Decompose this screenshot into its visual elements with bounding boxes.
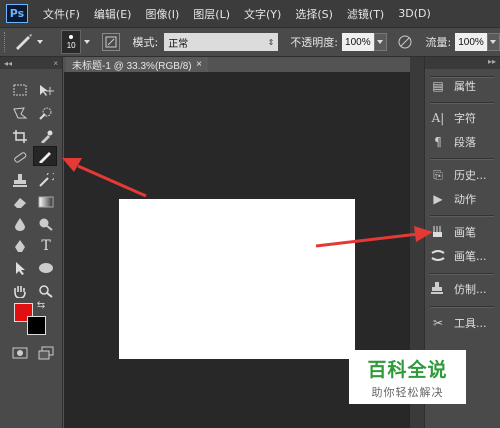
pressure-opacity-icon[interactable] (397, 33, 414, 51)
brush-presets-icon (430, 248, 446, 265)
mode-label: 模式: (132, 36, 159, 49)
blur-tool-icon[interactable] (8, 214, 32, 234)
brush-panel-toggle-icon[interactable] (102, 33, 121, 51)
panel-label: 段落 (454, 136, 476, 149)
panel-divider (430, 158, 494, 160)
brush-tool-icon[interactable] (33, 146, 57, 166)
panel-button-tool-presets[interactable]: ✂ 工具... (430, 312, 498, 334)
panel-label: 画笔... (454, 250, 487, 263)
menu-3d[interactable]: 3D(D) (391, 7, 438, 20)
healing-brush-tool-icon[interactable] (8, 147, 32, 167)
menu-edit[interactable]: 编辑(E) (87, 6, 139, 22)
flow-input[interactable]: 100% (455, 33, 487, 51)
panel-button-character[interactable]: A| 字符 (430, 107, 498, 129)
lasso-tool-icon[interactable] (8, 103, 32, 123)
history-brush-tool-icon[interactable] (34, 170, 58, 190)
opacity-dropdown-button[interactable] (373, 33, 387, 51)
menu-image[interactable]: 图像(I) (138, 6, 186, 22)
panel-label: 动作 (454, 193, 476, 206)
screen-mode-icon[interactable] (34, 343, 58, 363)
dock-expand-icon[interactable]: ▸▸ (425, 57, 500, 69)
dodge-tool-icon[interactable] (34, 214, 58, 234)
actions-icon: ▶ (433, 192, 443, 206)
eraser-tool-icon[interactable] (8, 192, 32, 212)
options-grip[interactable] (4, 32, 7, 52)
panel-button-brush-presets[interactable]: 画笔... (430, 245, 498, 267)
clone-stamp-tool-icon[interactable] (8, 170, 32, 190)
type-tool-icon[interactable]: T (34, 236, 58, 256)
photoshop-logo-icon: Ps (6, 4, 28, 23)
menu-select[interactable]: 选择(S) (288, 6, 340, 22)
updown-icon: ⇕ (267, 37, 275, 47)
brush-panel-icon (430, 224, 446, 241)
mode-value: 正常 (168, 38, 189, 50)
character-icon: A| (431, 111, 445, 125)
brush-size-value: 10 (66, 40, 76, 50)
menu-filter[interactable]: 滤镜(T) (340, 6, 391, 22)
history-icon: ⎘ (433, 167, 443, 182)
quick-selection-tool-icon[interactable] (34, 103, 58, 123)
panel-divider (430, 306, 494, 308)
toolbox-header: ◂◂ × (0, 57, 62, 69)
panel-divider (430, 273, 494, 275)
flow-label: 流量: (425, 36, 452, 49)
properties-icon: ▤ (432, 79, 444, 93)
watermark-title: 百科全说 (367, 358, 448, 381)
marquee-tool-icon[interactable] (8, 80, 32, 100)
options-bar: 10 模式: 正常 ⇕ 不透明度: 100% 流量: 100% (0, 27, 500, 57)
panel-label: 字符 (454, 112, 476, 125)
clone-source-icon (430, 281, 446, 298)
mode-select[interactable]: 正常 ⇕ (164, 33, 279, 51)
crop-tool-icon[interactable] (8, 126, 32, 146)
eyedropper-tool-icon[interactable] (34, 126, 58, 146)
swap-colors-icon[interactable]: ⇆ (34, 298, 48, 312)
panel-button-actions[interactable]: ▶ 动作 (430, 188, 498, 210)
panel-button-properties[interactable]: ▤ 属性 (430, 75, 498, 97)
panel-label: 仿制... (454, 283, 487, 296)
panel-button-clone-source[interactable]: 仿制... (430, 278, 498, 300)
document-tab[interactable]: 未标题-1 @ 33.3%(RGB/8) × (66, 57, 208, 72)
panel-label: 历史... (454, 169, 487, 182)
menu-type[interactable]: 文字(Y) (237, 6, 288, 22)
paragraph-icon: ¶ (434, 135, 442, 149)
watermark-subtitle: 助你轻松解决 (371, 385, 444, 399)
quick-mask-icon[interactable] (8, 343, 32, 363)
brush-size-picker[interactable]: 10 (60, 30, 82, 54)
panel-button-brush[interactable]: 画笔 (430, 221, 498, 243)
move-tool-icon[interactable] (34, 80, 58, 100)
panel-button-history[interactable]: ⎘ 历史... (430, 164, 498, 186)
close-icon[interactable]: × (53, 59, 58, 68)
flow-dropdown-button[interactable] (486, 33, 500, 51)
pen-tool-icon[interactable] (8, 236, 32, 256)
document-tab-title: 未标题-1 @ 33.3%(RGB/8) (72, 61, 192, 72)
opacity-input[interactable]: 100% (342, 33, 374, 51)
baike-watermark-logo: 百科全说 助你轻松解决 (349, 350, 466, 404)
document-canvas[interactable] (119, 199, 355, 359)
ellipse-tool-icon[interactable] (34, 258, 58, 278)
opacity-label: 不透明度: (290, 36, 339, 49)
hand-tool-icon[interactable] (8, 281, 32, 301)
chevron-down-icon[interactable] (84, 40, 91, 44)
panel-divider (430, 102, 494, 104)
panel-label: 属性 (454, 80, 476, 93)
collapse-icon[interactable]: ◂◂ (4, 59, 12, 68)
panel-label: 工具... (454, 317, 487, 330)
path-selection-tool-icon[interactable] (8, 258, 32, 278)
menu-bar: Ps 文件(F) 编辑(E) 图像(I) 图层(L) 文字(Y) 选择(S) 滤… (0, 0, 500, 27)
panel-button-paragraph[interactable]: ¶ 段落 (430, 131, 498, 153)
menu-file[interactable]: 文件(F) (36, 6, 87, 22)
menu-layer[interactable]: 图层(L) (186, 6, 237, 22)
tool-presets-icon: ✂ (432, 316, 444, 330)
close-icon[interactable]: × (196, 59, 202, 70)
background-color-swatch[interactable] (27, 316, 46, 335)
brush-tool-preset-icon[interactable] (13, 31, 43, 53)
gradient-tool-icon[interactable] (34, 192, 58, 212)
panel-label: 画笔 (454, 226, 476, 239)
panel-divider (430, 215, 494, 217)
